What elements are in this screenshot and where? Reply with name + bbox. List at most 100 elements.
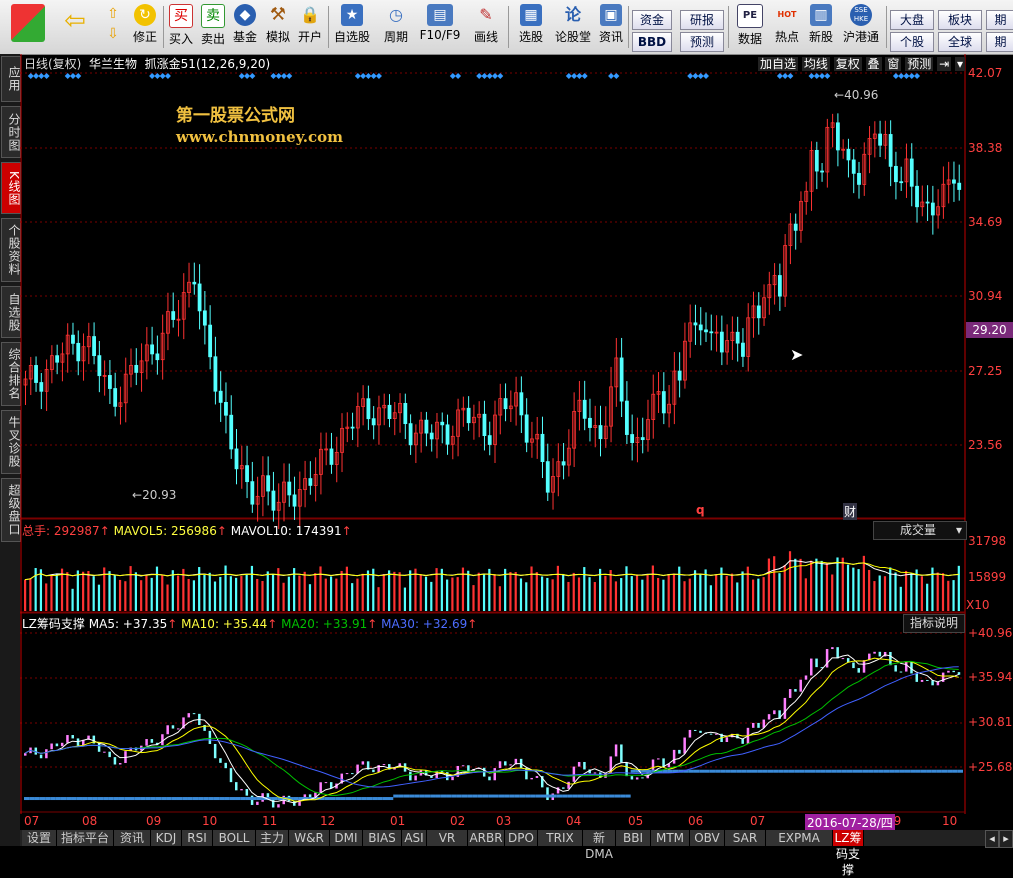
tab-bbi[interactable]: BBI — [616, 830, 651, 846]
indicator-candle — [899, 671, 903, 673]
tab-dmi[interactable]: DMI — [330, 830, 363, 846]
sidebar-item-diagnosis[interactable]: 牛叉诊股 — [1, 410, 21, 474]
scroll-left-icon[interactable]: ◂ — [985, 830, 999, 848]
period-label[interactable]: 日线(复权) — [24, 57, 81, 71]
volume-bar — [736, 582, 739, 611]
signal-diamond — [492, 73, 498, 79]
chip-support-bar — [746, 769, 752, 773]
tab-kdj[interactable]: KDJ — [151, 830, 182, 846]
sidebar-item-profile[interactable]: 个股资料 — [1, 218, 21, 282]
back-button[interactable]: ⇦ — [58, 4, 92, 52]
sell-button[interactable]: 卖 卖出 — [199, 4, 227, 52]
tab-asi[interactable]: ASI — [402, 830, 427, 846]
refresh-button[interactable]: ↻ 修正 — [130, 4, 160, 52]
candle-body — [208, 324, 213, 358]
tab-设置[interactable]: 设置 — [22, 830, 57, 846]
tab-主力[interactable]: 主力 — [256, 830, 289, 846]
tab-sar[interactable]: SAR — [725, 830, 766, 846]
tab-指标平台[interactable]: 指标平台 — [57, 830, 114, 846]
tab-arbr[interactable]: ARBR — [468, 830, 505, 846]
indicator-help-button[interactable]: 指标说明 — [903, 614, 965, 633]
stock-screen-button[interactable]: ▦ 选股 — [512, 4, 550, 52]
hk-connect-button[interactable]: SSE HKE 沪港通 — [840, 4, 882, 52]
adjust-button[interactable]: 复权 — [833, 57, 862, 71]
tab-资讯[interactable]: 资讯 — [114, 830, 151, 846]
menu-dropdown-icon[interactable]: ▾ — [954, 57, 965, 71]
fund-button[interactable]: ◆ 基金 — [231, 4, 259, 52]
hotspot-button[interactable]: HOT 热点 — [772, 4, 802, 52]
candle-body — [34, 365, 38, 383]
scroll-right-icon[interactable]: ▸ — [999, 830, 1013, 848]
indicator-candle — [672, 749, 676, 764]
data-button[interactable]: PE 数据 — [732, 4, 768, 52]
event-marker-finance[interactable]: 财 — [843, 503, 858, 520]
sidebar-item-intraday[interactable]: 分时图 — [1, 106, 21, 158]
futures-button[interactable]: 期 — [986, 10, 1013, 30]
tab-vr[interactable]: VR — [427, 830, 468, 846]
forecast-button[interactable]: 预测 — [680, 32, 724, 52]
bbd-button[interactable]: BBD — [632, 32, 672, 52]
sidebar-item-apps[interactable]: 应用 — [1, 56, 21, 102]
indicator-candle — [229, 768, 233, 783]
tab-新dma[interactable]: 新DMA — [583, 830, 616, 861]
updown-button[interactable]: ⇧ ⇩ — [100, 4, 126, 52]
period-button[interactable]: ◷ 周期 — [378, 4, 414, 52]
pin-icon[interactable]: ⇥ — [937, 57, 952, 71]
tab-mtm[interactable]: MTM — [651, 830, 690, 846]
sector-button[interactable]: 板块 — [938, 10, 982, 30]
volume-bar — [504, 568, 507, 611]
chip-support-bar — [176, 797, 183, 801]
market-button[interactable]: 大盘 — [890, 10, 934, 30]
volume-indicator-select[interactable]: 成交量 ▾ — [873, 521, 967, 540]
indicator-candle — [926, 679, 929, 681]
indicator-candle — [699, 730, 702, 733]
tab-expma[interactable]: EXPMA — [766, 830, 833, 846]
star-icon: ★ — [341, 4, 363, 26]
f10-button[interactable]: ▤ F10/F9 — [418, 4, 462, 52]
sidebar-item-watchlist[interactable]: 自选股 — [1, 286, 21, 338]
volume-bar — [340, 570, 343, 611]
tab-w&r[interactable]: W&R — [289, 830, 330, 846]
signal-diamond — [280, 73, 287, 79]
chip-support-bar — [245, 797, 251, 801]
add-watchlist-button[interactable]: 加自选 — [758, 57, 799, 71]
kline-chart[interactable] — [20, 54, 1013, 830]
single-stock-button[interactable]: 个股 — [890, 32, 934, 52]
tab-boll[interactable]: BOLL — [213, 830, 256, 846]
watchlist-button[interactable]: ★ 自选股 — [332, 4, 372, 52]
zijin-button[interactable]: 资金 — [632, 10, 672, 30]
tab-obv[interactable]: OBV — [690, 830, 725, 846]
global-button[interactable]: 全球 — [938, 32, 982, 52]
futures2-button[interactable]: 期 — [986, 32, 1013, 52]
open-account-button[interactable]: 🔒 开户 — [295, 4, 325, 52]
signal-diamond — [819, 73, 826, 79]
tab-trix[interactable]: TRIX — [538, 830, 583, 846]
research-button[interactable]: 研报 — [680, 10, 724, 30]
app-logo[interactable] — [8, 4, 48, 52]
tab-bias[interactable]: BIAS — [363, 830, 402, 846]
predict-button[interactable]: 预测 — [905, 57, 934, 71]
forum-button[interactable]: 论 论股堂 — [554, 4, 592, 52]
tab-lz筹码支撑[interactable]: LZ筹码支撑 — [833, 830, 864, 877]
window-button[interactable]: 窗 — [885, 57, 902, 71]
new-stock-button[interactable]: ▥ 新股 — [806, 4, 836, 52]
news-button[interactable]: ▣ 资讯 — [596, 4, 626, 52]
draw-line-button[interactable]: ✎ 画线 — [466, 4, 506, 52]
chip-support-bar — [356, 797, 362, 801]
sidebar-item-ranking[interactable]: 综合排名 — [1, 342, 21, 406]
overlay-button[interactable]: 叠 — [865, 57, 882, 71]
volume-bar — [150, 577, 153, 611]
chip-support-bar — [562, 794, 568, 798]
ma-button[interactable]: 均线 — [801, 57, 830, 71]
event-marker-q[interactable]: q — [696, 503, 705, 517]
volume-bar — [920, 576, 923, 611]
sidebar-item-level2[interactable]: 超级盘口 — [1, 478, 21, 542]
tab-rsi[interactable]: RSI — [182, 830, 213, 846]
sidebar-item-kline[interactable]: K线图 — [1, 162, 21, 214]
price-tick: 38.38 — [968, 141, 1003, 155]
volume-bar — [788, 551, 792, 611]
tab-dpo[interactable]: DPO — [505, 830, 538, 846]
buy-button[interactable]: 买 买入 — [167, 4, 195, 52]
chip-support-bar — [836, 769, 842, 773]
simulate-button[interactable]: ⚒ 模拟 — [263, 4, 293, 52]
